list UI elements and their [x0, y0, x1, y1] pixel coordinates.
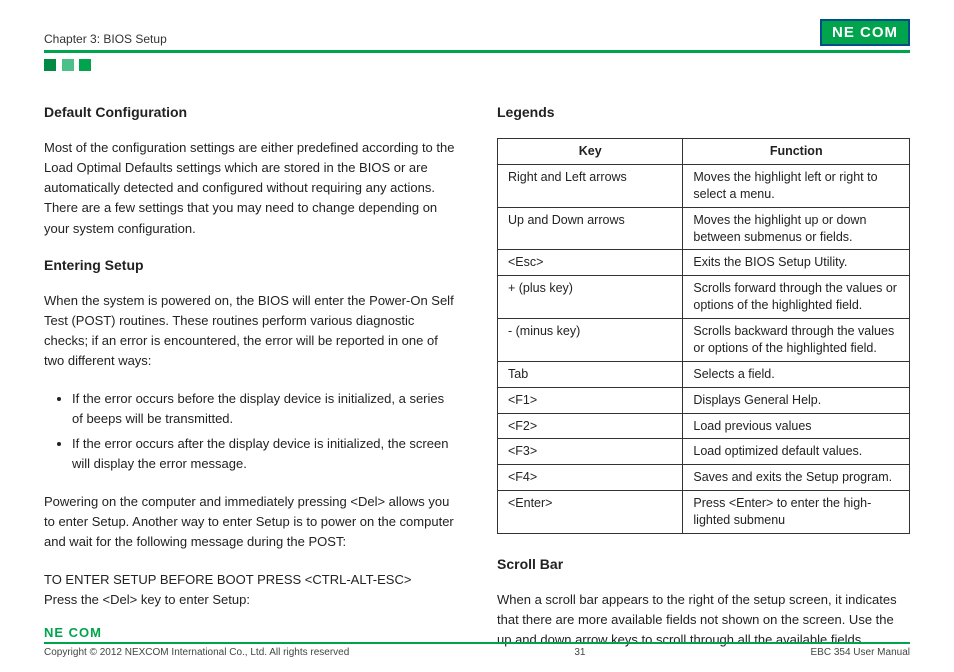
cell-key: + (plus key) [498, 276, 683, 319]
table-row: <F3>Load optimized default values. [498, 439, 910, 465]
cell-key: <Esc> [498, 250, 683, 276]
cell-function: Press <Enter> to enter the high-lighted … [683, 491, 910, 534]
list-item: If the error occurs after the display de… [72, 434, 457, 474]
footer-logo: NE COM [44, 625, 910, 640]
cell-key: - (minus key) [498, 319, 683, 362]
header-rule [44, 50, 910, 53]
table-row: - (minus key)Scrolls backward through th… [498, 319, 910, 362]
bullet-list: If the error occurs before the display d… [44, 389, 457, 474]
cell-key: <Enter> [498, 491, 683, 534]
cell-key: Tab [498, 361, 683, 387]
table-row: Up and Down arrowsMoves the highlight up… [498, 207, 910, 250]
setup-instruction-line: TO ENTER SETUP BEFORE BOOT PRESS <CTRL-A… [44, 570, 457, 590]
heading-entering-setup: Entering Setup [44, 257, 457, 273]
copyright-text: Copyright © 2012 NEXCOM International Co… [44, 647, 349, 658]
paragraph: Powering on the computer and immediately… [44, 492, 457, 552]
square-icon [44, 59, 56, 71]
right-column: Legends Key Function Right and Left arro… [497, 104, 910, 668]
cell-function: Scrolls forward through the values or op… [683, 276, 910, 319]
cell-key: Right and Left arrows [498, 164, 683, 207]
brand-logo: NE COM [820, 19, 910, 46]
page-number: 31 [574, 647, 585, 658]
table-header-row: Key Function [498, 139, 910, 165]
table-row: Right and Left arrowsMoves the highlight… [498, 164, 910, 207]
cell-function: Load optimized default values. [683, 439, 910, 465]
square-icon [79, 59, 91, 71]
decorative-squares [44, 59, 910, 74]
table-row: <Enter>Press <Enter> to enter the high-l… [498, 491, 910, 534]
cell-key: <F1> [498, 387, 683, 413]
doc-title: EBC 354 User Manual [810, 647, 910, 658]
col-function: Function [683, 139, 910, 165]
table-row: <F1>Displays General Help. [498, 387, 910, 413]
page-footer: NE COM Copyright © 2012 NEXCOM Internati… [44, 625, 910, 658]
list-item: If the error occurs before the display d… [72, 389, 457, 429]
table-row: <F2>Load previous values [498, 413, 910, 439]
cell-function: Displays General Help. [683, 387, 910, 413]
col-key: Key [498, 139, 683, 165]
cell-key: <F3> [498, 439, 683, 465]
cell-function: Saves and exits the Setup program. [683, 465, 910, 491]
table-row: + (plus key)Scrolls forward through the … [498, 276, 910, 319]
legends-table: Key Function Right and Left arrowsMoves … [497, 138, 910, 534]
content-columns: Default Configuration Most of the config… [44, 104, 910, 668]
cell-key: Up and Down arrows [498, 207, 683, 250]
chapter-label: Chapter 3: BIOS Setup [44, 32, 167, 46]
cell-function: Selects a field. [683, 361, 910, 387]
table-row: <Esc>Exits the BIOS Setup Utility. [498, 250, 910, 276]
setup-instruction-line: Press the <Del> key to enter Setup: [44, 590, 457, 610]
cell-function: Moves the highlight up or down between s… [683, 207, 910, 250]
heading-scroll-bar: Scroll Bar [497, 556, 910, 572]
cell-function: Moves the highlight left or right to sel… [683, 164, 910, 207]
heading-default-config: Default Configuration [44, 104, 457, 120]
paragraph: Most of the configuration settings are e… [44, 138, 457, 239]
square-icon [62, 59, 74, 71]
cell-function: Load previous values [683, 413, 910, 439]
cell-function: Scrolls backward through the values or o… [683, 319, 910, 362]
cell-key: <F2> [498, 413, 683, 439]
table-row: <F4>Saves and exits the Setup program. [498, 465, 910, 491]
left-column: Default Configuration Most of the config… [44, 104, 457, 668]
table-row: TabSelects a field. [498, 361, 910, 387]
cell-function: Exits the BIOS Setup Utility. [683, 250, 910, 276]
footer-rule [44, 642, 910, 644]
page-header: Chapter 3: BIOS Setup NE COM [44, 18, 910, 46]
paragraph: When the system is powered on, the BIOS … [44, 291, 457, 372]
heading-legends: Legends [497, 104, 910, 120]
cell-key: <F4> [498, 465, 683, 491]
